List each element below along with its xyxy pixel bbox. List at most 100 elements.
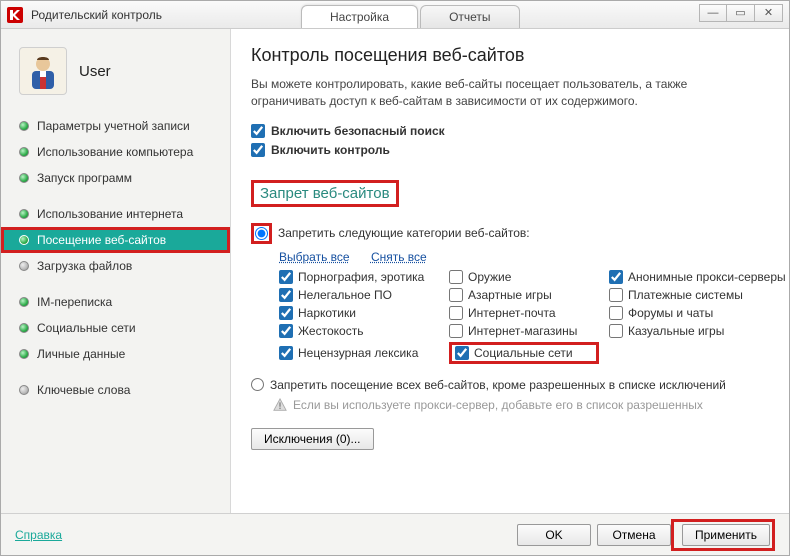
block-categories-radio[interactable]: [255, 227, 268, 240]
sidebar-item-downloads[interactable]: Загрузка файлов: [1, 253, 230, 279]
apply-button[interactable]: Применить: [682, 524, 770, 546]
status-dot-icon: [19, 121, 29, 131]
sidebar-item-web-browsing[interactable]: Посещение веб-сайтов: [1, 227, 230, 253]
sidebar-item-account[interactable]: Параметры учетной записи: [1, 113, 230, 139]
category-payments: Платежные системы: [609, 288, 789, 302]
avatar: [19, 47, 67, 95]
minimize-button[interactable]: —: [699, 4, 727, 22]
enable-control-label: Включить контроль: [271, 143, 390, 157]
safe-search-row: Включить безопасный поиск: [251, 124, 769, 138]
tabs: Настройка Отчеты: [301, 5, 520, 28]
sidebar-item-keywords[interactable]: Ключевые слова: [1, 377, 230, 403]
window-title: Родительский контроль: [27, 8, 162, 22]
tab-reports[interactable]: Отчеты: [420, 5, 519, 28]
category-weapons: Оружие: [449, 270, 599, 284]
block-all-radio[interactable]: [251, 378, 264, 391]
window-controls: — ▭ ✕: [699, 4, 783, 22]
sidebar-item-label: Посещение веб-сайтов: [37, 233, 166, 247]
category-porn: Порнография, эротика: [279, 270, 439, 284]
category-label: Оружие: [468, 270, 511, 284]
category-label: Нецензурная лексика: [298, 346, 418, 360]
category-label: Социальные сети: [474, 346, 573, 360]
sidebar-item-label: Загрузка файлов: [37, 259, 132, 273]
sidebar-item-label: Использование компьютера: [37, 145, 193, 159]
category-gambling: Азартные игры: [449, 288, 599, 302]
category-label: Нелегальное ПО: [298, 288, 392, 302]
sidebar-item-app-launch[interactable]: Запуск программ: [1, 165, 230, 191]
user-name: User: [79, 63, 111, 80]
page-title: Контроль посещения веб-сайтов: [251, 45, 769, 66]
status-dot-icon: [19, 261, 29, 271]
category-violence: Жестокость: [279, 324, 439, 338]
help-link[interactable]: Справка: [15, 528, 62, 542]
block-categories-radio-row: Запретить следующие категории веб-сайтов…: [251, 223, 769, 244]
sidebar-item-personal-data[interactable]: Личные данные: [1, 341, 230, 367]
proxy-note-text: Если вы используете прокси-сервер, добав…: [293, 398, 703, 412]
block-categories-label: Запретить следующие категории веб-сайтов…: [278, 226, 530, 240]
enable-control-checkbox[interactable]: [251, 143, 265, 157]
maximize-button[interactable]: ▭: [727, 4, 755, 22]
category-weapons-checkbox[interactable]: [449, 270, 463, 284]
category-drugs: Наркотики: [279, 306, 439, 320]
category-label: Интернет-магазины: [468, 324, 577, 338]
status-dot-icon: [19, 349, 29, 359]
sidebar-item-label: Социальные сети: [37, 321, 136, 335]
category-webmail-checkbox[interactable]: [449, 306, 463, 320]
category-forums: Форумы и чаты: [609, 306, 789, 320]
block-all-radio-row: Запретить посещение всех веб-сайтов, кро…: [251, 378, 769, 392]
user-block: User: [1, 41, 230, 111]
category-profanity: Нецензурная лексика: [279, 342, 439, 364]
category-profanity-checkbox[interactable]: [279, 346, 293, 360]
category-forums-checkbox[interactable]: [609, 306, 623, 320]
category-label: Наркотики: [298, 306, 356, 320]
safe-search-checkbox[interactable]: [251, 124, 265, 138]
sidebar-item-label: Запуск программ: [37, 171, 132, 185]
sidebar-list: Параметры учетной записи Использование к…: [1, 113, 230, 403]
category-illegal-soft-checkbox[interactable]: [279, 288, 293, 302]
footer: Справка OK Отмена Применить: [1, 513, 789, 555]
status-dot-icon: [19, 297, 29, 307]
status-dot-icon: [19, 235, 29, 245]
sidebar-item-label: Параметры учетной записи: [37, 119, 190, 133]
category-label: Анонимные прокси-серверы: [628, 270, 786, 284]
category-label: Азартные игры: [468, 288, 552, 302]
tab-settings[interactable]: Настройка: [301, 5, 418, 28]
category-social-checkbox[interactable]: [455, 346, 469, 360]
category-porn-checkbox[interactable]: [279, 270, 293, 284]
category-label: Интернет-почта: [468, 306, 556, 320]
category-social: Социальные сети: [449, 342, 599, 364]
select-links: Выбрать все Снять все: [279, 250, 769, 264]
exclusions-button[interactable]: Исключения (0)...: [251, 428, 374, 450]
category-anon-proxy: Анонимные прокси-серверы: [609, 270, 789, 284]
safe-search-label: Включить безопасный поиск: [271, 124, 445, 138]
category-casual-checkbox[interactable]: [609, 324, 623, 338]
close-button[interactable]: ✕: [755, 4, 783, 22]
sidebar: User Параметры учетной записи Использова…: [1, 29, 231, 513]
category-payments-checkbox[interactable]: [609, 288, 623, 302]
status-dot-icon: [19, 385, 29, 395]
status-dot-icon: [19, 323, 29, 333]
sidebar-item-social[interactable]: Социальные сети: [1, 315, 230, 341]
category-label: Жестокость: [298, 324, 363, 338]
sidebar-item-im[interactable]: IM-переписка: [1, 289, 230, 315]
category-webmail: Интернет-почта: [449, 306, 599, 320]
sidebar-item-internet-usage[interactable]: Использование интернета: [1, 201, 230, 227]
ok-button[interactable]: OK: [517, 524, 591, 546]
sidebar-item-label: Личные данные: [37, 347, 125, 361]
category-illegal-soft: Нелегальное ПО: [279, 288, 439, 302]
window: Родительский контроль Настройка Отчеты —…: [0, 0, 790, 556]
category-drugs-checkbox[interactable]: [279, 306, 293, 320]
select-all-link[interactable]: Выбрать все: [279, 250, 350, 264]
category-gambling-checkbox[interactable]: [449, 288, 463, 302]
category-label: Платежные системы: [628, 288, 743, 302]
cancel-button[interactable]: Отмена: [597, 524, 671, 546]
proxy-note: Если вы используете прокси-сервер, добав…: [273, 398, 769, 412]
category-violence-checkbox[interactable]: [279, 324, 293, 338]
app-icon: [7, 7, 23, 23]
titlebar: Родительский контроль Настройка Отчеты —…: [1, 1, 789, 29]
deselect-all-link[interactable]: Снять все: [371, 250, 427, 264]
category-anon-proxy-checkbox[interactable]: [609, 270, 623, 284]
sidebar-item-computer-usage[interactable]: Использование компьютера: [1, 139, 230, 165]
sidebar-item-label: Использование интернета: [37, 207, 183, 221]
category-shops-checkbox[interactable]: [449, 324, 463, 338]
